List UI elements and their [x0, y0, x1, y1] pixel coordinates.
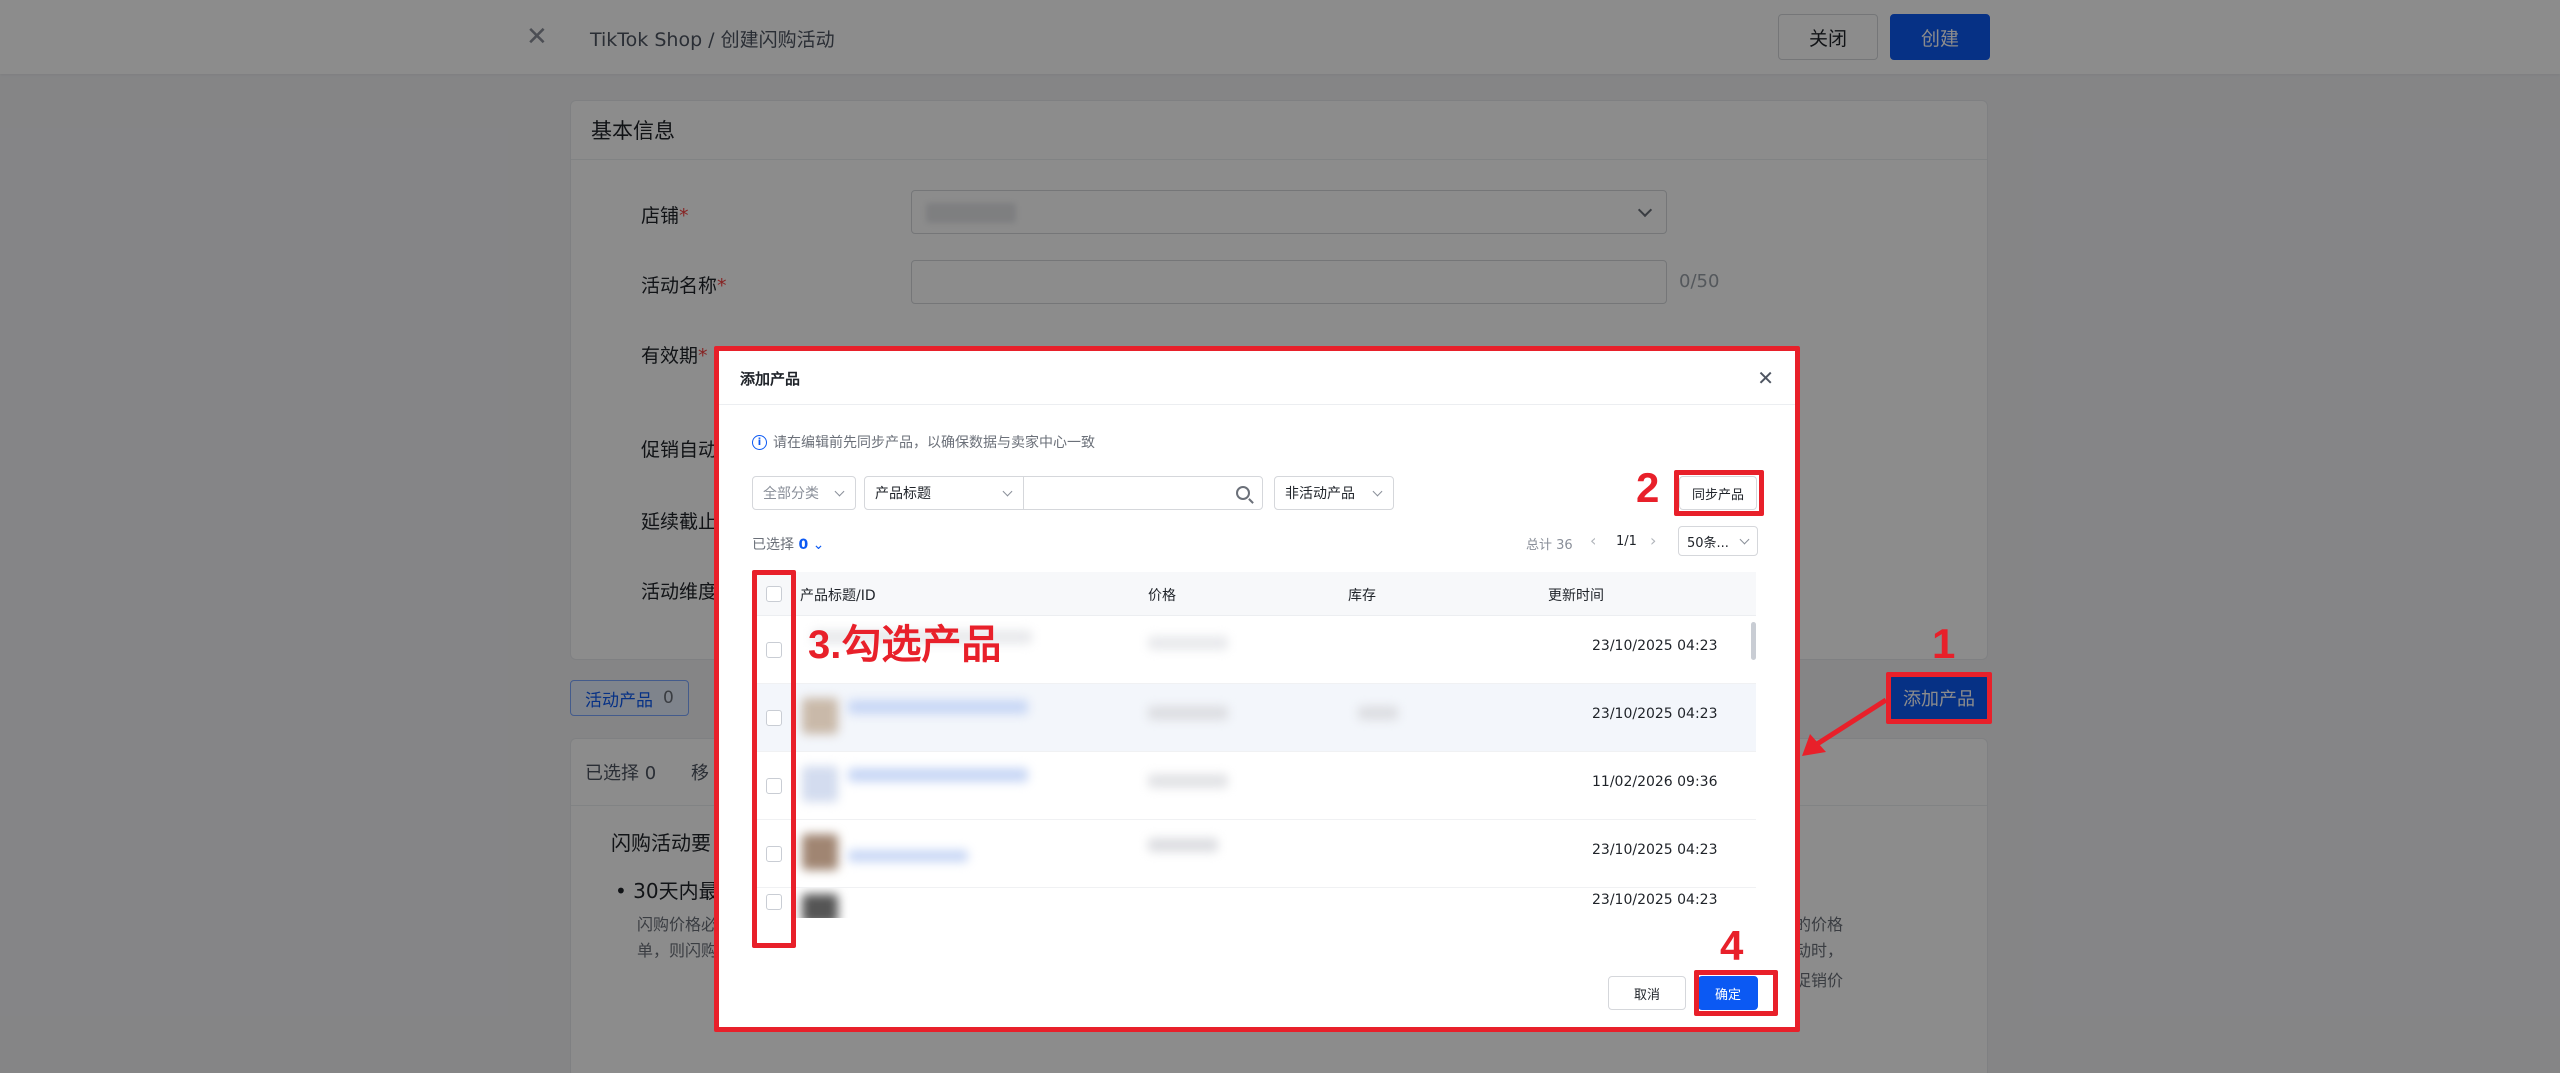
modal-highlight-box — [714, 346, 1800, 1032]
step-4-label: 4 — [1720, 922, 1744, 969]
step-1-label: 1 — [1932, 620, 1956, 667]
add-product-highlight-box — [1886, 672, 1992, 724]
arrow-icon — [1802, 697, 1888, 756]
sync-highlight-box — [1674, 470, 1764, 516]
step-3-label: 3.勾选产品 — [808, 623, 1002, 667]
step-2-label: 2 — [1636, 464, 1660, 511]
checkbox-highlight-box — [752, 570, 796, 948]
confirm-highlight-box — [1694, 970, 1778, 1016]
